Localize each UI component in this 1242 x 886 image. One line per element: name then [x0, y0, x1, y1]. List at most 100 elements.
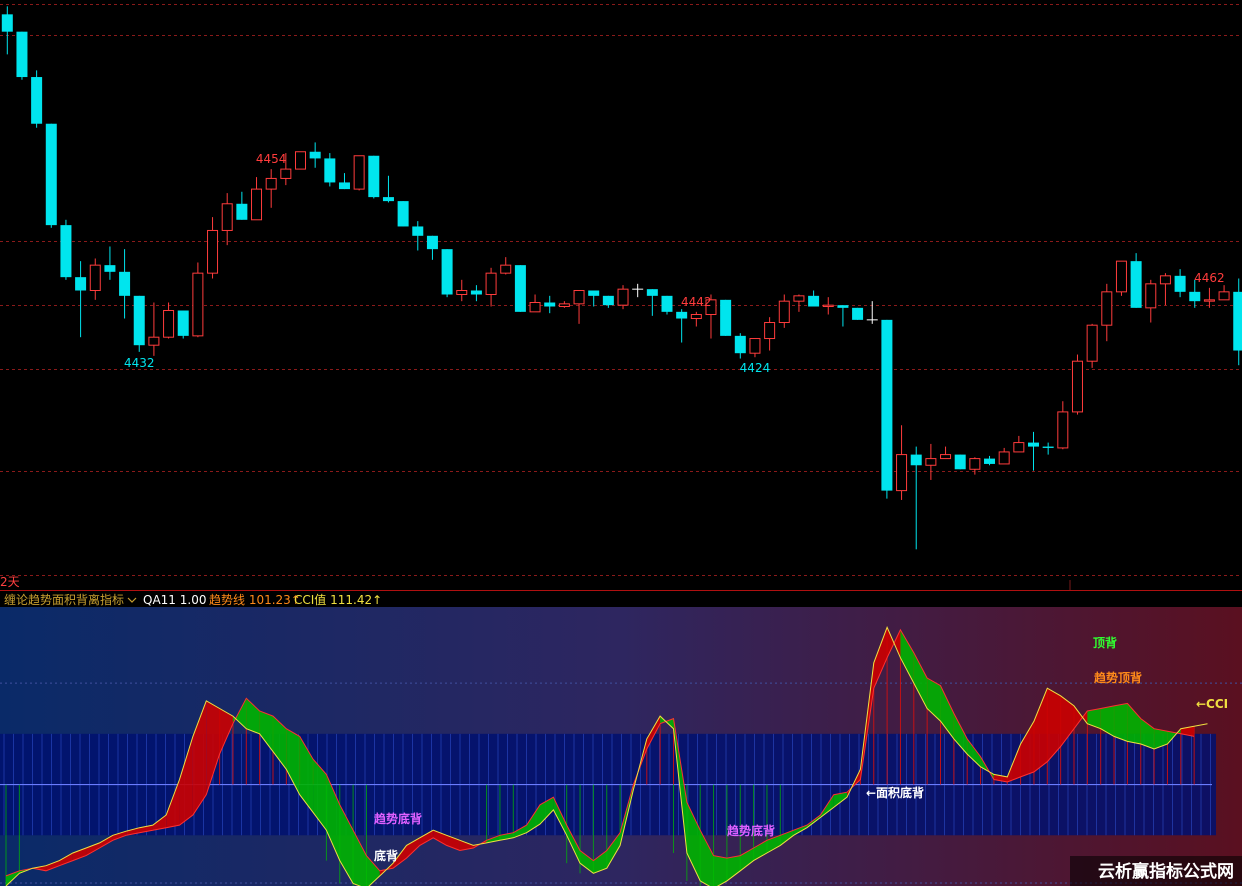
- candle-body: [822, 304, 834, 308]
- candle-body: [910, 454, 922, 466]
- candle-body: [778, 300, 790, 324]
- candle-body: [1218, 291, 1230, 301]
- candle-body: [1101, 291, 1113, 326]
- watermark: 云析赢指标公式网: [1070, 856, 1242, 886]
- period-label: 2天: [0, 575, 20, 589]
- candle-body: [104, 265, 116, 272]
- indicator-panel[interactable]: 趋势底背 底背 趋势底背 ←面积底背 顶背 趋势顶背 ←CCI: [0, 607, 1242, 886]
- candle-body: [661, 295, 673, 312]
- candle-body: [207, 229, 219, 274]
- candle-body: [734, 335, 746, 354]
- candle-body: [764, 322, 776, 340]
- candle-body: [998, 451, 1010, 465]
- candle-body: [1130, 261, 1142, 308]
- candle-body: [1071, 360, 1083, 413]
- price-panel[interactable]: 4454 4432 4442 4424 4462 2天: [0, 0, 1242, 590]
- candle-body: [749, 338, 761, 354]
- candle-body: [676, 311, 688, 319]
- candle-body: [1174, 275, 1186, 292]
- price-extreme-label: 4442: [681, 295, 712, 309]
- candle-body: [793, 295, 805, 302]
- candle-body: [1057, 411, 1069, 449]
- candle-body: [808, 295, 820, 307]
- candle-body: [280, 168, 292, 179]
- candle-body: [251, 188, 263, 221]
- annotation-bottom-divergence: 底背: [374, 848, 398, 863]
- annotation-trend-top-divergence: 趋势顶背: [1094, 670, 1142, 685]
- candle-body: [954, 454, 966, 470]
- candle-body: [324, 158, 336, 183]
- candle-body: [544, 302, 556, 307]
- indicator-value-qa11: QA11 1.00: [143, 593, 206, 607]
- candle-body: [573, 289, 585, 305]
- candle-body: [602, 295, 614, 306]
- candle-body: [470, 290, 482, 295]
- candle-body: [720, 299, 732, 336]
- candle-body: [295, 151, 306, 170]
- annotation-top-divergence: 顶背: [1093, 635, 1117, 650]
- divergence-area-segment: [713, 855, 727, 886]
- candle-body: [397, 201, 409, 227]
- candle-body: [236, 203, 248, 220]
- candle-body: [617, 288, 629, 306]
- candle-body: [500, 264, 512, 274]
- divergence-area-segment: [1114, 703, 1128, 742]
- price-extreme-label: 4454: [256, 152, 287, 166]
- candle-body: [192, 272, 204, 337]
- annotation-area-bottom-divergence: ←面积底背: [866, 785, 924, 800]
- indicator-header: 缠论趋势面积背离指标 QA11 1.00 趋势线 101.23↑ CCI值 11…: [0, 591, 1242, 607]
- indicator-value-trend: 趋势线 101.23↑: [209, 593, 301, 607]
- indicator-name[interactable]: 缠论趋势面积背离指标: [4, 592, 124, 607]
- candle-body: [426, 235, 438, 250]
- candle-body: [441, 249, 453, 295]
- candle-body: [60, 225, 72, 278]
- candle-body: [133, 295, 145, 346]
- candle-body: [1028, 442, 1039, 447]
- candle-body: [485, 272, 497, 296]
- candle-body: [1042, 446, 1054, 448]
- annotation-trend-bottom-divergence-2: 趋势底背: [727, 823, 775, 838]
- price-extreme-label: 4432: [124, 356, 155, 370]
- watermark-text: 云析赢指标公式网: [1098, 861, 1234, 882]
- candle-body: [16, 31, 28, 78]
- candle-body: [1, 14, 13, 32]
- candle-body: [1013, 442, 1025, 453]
- candle-body: [852, 307, 864, 320]
- candle-body: [338, 182, 350, 190]
- candle-body: [89, 264, 101, 291]
- candle-body: [353, 155, 365, 190]
- candle-body: [1189, 291, 1201, 302]
- candle-body: [1086, 324, 1098, 362]
- candle-body: [412, 226, 424, 236]
- candle-body: [148, 336, 160, 346]
- candle-body: [984, 458, 996, 464]
- candle-body: [456, 289, 468, 296]
- candle-body: [309, 151, 321, 159]
- candle-body: [514, 265, 526, 312]
- indicator-value-cci: CCI值 111.42↑: [294, 592, 382, 607]
- candle-body: [1115, 260, 1127, 293]
- annotation-trend-bottom-divergence: 趋势底背: [374, 811, 422, 826]
- candle-body: [221, 203, 233, 231]
- candle-body: [529, 302, 541, 313]
- price-extreme-label: 4424: [740, 361, 771, 375]
- candle-body: [969, 458, 981, 470]
- candle-body: [896, 454, 908, 492]
- candle-body: [119, 271, 131, 296]
- candle-body: [1145, 283, 1157, 309]
- candle-body: [177, 310, 189, 336]
- candle-body: [163, 310, 175, 338]
- candle-body: [646, 289, 658, 296]
- candle-body: [45, 123, 57, 226]
- candle-body: [31, 77, 43, 124]
- price-extreme-label: 4462: [1194, 271, 1225, 285]
- candle-body: [265, 177, 277, 190]
- annotation-cci-pointer: ←CCI: [1196, 697, 1228, 711]
- candle-body: [690, 314, 702, 320]
- candle-body: [881, 319, 893, 491]
- candle-body: [1159, 275, 1171, 285]
- chart-canvas: 4454 4432 4442 4424 4462 2天 缠论趋势面积背离指标 QA11 …: [0, 0, 1242, 886]
- candle-body: [75, 277, 87, 291]
- candle-body: [1203, 299, 1215, 302]
- candle-body: [1233, 291, 1242, 351]
